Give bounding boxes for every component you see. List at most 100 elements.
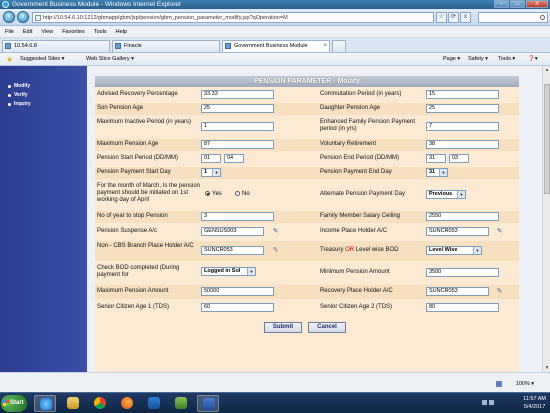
- address-input[interactable]: http://10.54.6.10:1212/gbmapp/gbm/jsp/pe…: [32, 12, 434, 23]
- voluntary-retirement-input[interactable]: 38: [426, 140, 499, 149]
- menu-tools[interactable]: Tools: [94, 26, 107, 37]
- scroll-up-icon[interactable]: ▲: [543, 66, 550, 74]
- pension-start-day-input[interactable]: 01: [201, 154, 221, 163]
- page-icon: [115, 43, 121, 49]
- daughter-pension-age-input[interactable]: 25: [426, 104, 499, 113]
- taskbar-firefox[interactable]: [116, 395, 138, 412]
- stop-icon[interactable]: x: [460, 12, 471, 23]
- taskbar-explorer[interactable]: [62, 395, 84, 412]
- close-button[interactable]: X: [526, 0, 548, 8]
- start-button[interactable]: Start: [1, 395, 27, 412]
- back-button[interactable]: ‹: [3, 11, 15, 23]
- refresh-icon[interactable]: ⟳: [448, 12, 459, 23]
- search-icon[interactable]: [540, 15, 545, 20]
- recovery-place-holder-input[interactable]: SUNCR053: [426, 287, 489, 296]
- menu-help[interactable]: Help: [116, 26, 127, 37]
- max-pension-age-input[interactable]: 87: [201, 140, 274, 149]
- commutation-period-input[interactable]: 15: [426, 90, 499, 99]
- taskbar-ie[interactable]: [34, 395, 56, 412]
- pension-end-day-input[interactable]: 31: [426, 154, 446, 163]
- payment-end-day-value: 31: [429, 169, 436, 175]
- page-menu[interactable]: Page ▾: [443, 53, 460, 66]
- sidebar-item-verify[interactable]: Verify: [8, 91, 31, 100]
- lookup-icon[interactable]: ✎: [495, 227, 504, 236]
- payment-end-day-select[interactable]: 31 ▼: [426, 168, 448, 177]
- radio-no[interactable]: No: [235, 190, 250, 198]
- lookup-icon[interactable]: ✎: [271, 227, 280, 236]
- non-cbs-branch-input[interactable]: SUNCR053: [201, 246, 264, 255]
- suggested-sites-link[interactable]: Suggested Sites ▾: [20, 53, 64, 66]
- search-input[interactable]: [478, 12, 548, 23]
- sidebar-item-inquiry[interactable]: Inquiry: [8, 100, 31, 109]
- pension-start-month-input[interactable]: 04: [224, 154, 244, 163]
- clock[interactable]: 11:57 AM 5/4/2017: [523, 395, 546, 411]
- favorites-star-icon[interactable]: ★: [6, 54, 13, 65]
- march-payment-question-label: For the month of March, Is the pension p…: [97, 183, 201, 203]
- enhanced-family-pension-input[interactable]: 7: [426, 122, 499, 131]
- tab-10-54-6-8[interactable]: 10.54.6.8: [2, 40, 110, 52]
- tab-close-icon[interactable]: ×: [323, 41, 327, 52]
- tab-government-business-module[interactable]: Government Business Module ×: [222, 40, 330, 52]
- chevron-down-icon[interactable]: ▼: [473, 247, 481, 254]
- taskbar-outlook[interactable]: [143, 395, 165, 412]
- pension-end-month-input[interactable]: 03: [449, 154, 469, 163]
- volume-icon[interactable]: [489, 400, 494, 405]
- submit-button[interactable]: Submit: [264, 322, 302, 333]
- advised-recovery-input[interactable]: 33.33: [201, 90, 274, 99]
- scroll-thumb[interactable]: [544, 84, 550, 194]
- senior-citizen-age2-input[interactable]: 80: [426, 303, 499, 312]
- taskbar-app[interactable]: [170, 395, 192, 412]
- menu-edit[interactable]: Edit: [23, 26, 32, 37]
- taskbar-chrome[interactable]: [89, 395, 111, 412]
- web-slice-gallery-link[interactable]: Web Slice Gallery ▾: [86, 53, 134, 66]
- chevron-down-icon[interactable]: ▼: [247, 268, 255, 275]
- menu-favorites[interactable]: Favorites: [62, 26, 85, 37]
- tab-label: 10.54.6.8: [14, 43, 37, 49]
- safety-menu[interactable]: Safety ▾: [468, 53, 488, 66]
- help-menu[interactable]: ❓▾: [528, 53, 538, 66]
- alternate-payment-day-select[interactable]: Previous ▼: [426, 190, 466, 199]
- max-pension-amount-input[interactable]: 50000: [201, 287, 274, 296]
- scroll-down-icon[interactable]: ▼: [543, 364, 550, 372]
- lookup-icon[interactable]: ✎: [495, 287, 504, 296]
- taskbar-word[interactable]: [197, 395, 219, 412]
- tab-strip: 10.54.6.8 Finacle Government Business Mo…: [0, 38, 550, 53]
- sidebar-item-modify[interactable]: Modify: [8, 82, 31, 91]
- zoom-level[interactable]: 100% ▾: [516, 381, 534, 387]
- chevron-down-icon[interactable]: ▼: [212, 169, 220, 176]
- maximize-button[interactable]: □: [510, 0, 525, 8]
- favorite-icon[interactable]: ☆: [436, 12, 447, 23]
- chrome-icon: [94, 397, 106, 409]
- family-salary-ceiling-input[interactable]: 2550: [426, 212, 499, 221]
- senior-citizen-age1-input[interactable]: 60: [201, 303, 274, 312]
- treasury-level-select[interactable]: Level Wise ▼: [426, 246, 482, 255]
- cancel-button[interactable]: Cancel: [308, 322, 346, 333]
- payment-start-day-select[interactable]: 1 ▼: [201, 168, 221, 177]
- minimize-button[interactable]: –: [494, 0, 509, 8]
- min-pension-amount-input[interactable]: 3500: [426, 268, 499, 277]
- tools-menu[interactable]: Tools ▾: [498, 53, 515, 66]
- forward-button[interactable]: ›: [17, 11, 29, 23]
- tab-finacle[interactable]: Finacle: [112, 40, 220, 52]
- pension-suspense-input[interactable]: GENSUS003: [201, 227, 264, 236]
- page-icon: [225, 43, 231, 49]
- menu-file[interactable]: File: [5, 26, 14, 37]
- son-pension-age-input[interactable]: 25: [201, 104, 274, 113]
- chevron-down-icon[interactable]: ▼: [439, 169, 447, 176]
- years-to-stop-input[interactable]: 3: [201, 212, 274, 221]
- check-bod-select[interactable]: Logged in Sol ▼: [201, 267, 256, 276]
- income-place-holder-input[interactable]: SUNCR053: [426, 227, 489, 236]
- radio-yes-circle[interactable]: [205, 190, 210, 196]
- radio-yes[interactable]: Yes: [205, 190, 222, 198]
- form-row: Maximum Pension Age 87 Voluntary Retirem…: [95, 139, 519, 151]
- vertical-scrollbar[interactable]: ▲ ▼: [542, 66, 550, 372]
- radio-no-circle[interactable]: [235, 190, 240, 196]
- network-icon[interactable]: [482, 400, 487, 405]
- chevron-down-icon[interactable]: ▼: [457, 191, 465, 198]
- form-row: Non - CBS Branch Place Holder A/C SUNCR0…: [95, 241, 519, 261]
- status-bar: 100% ▾: [0, 372, 550, 392]
- new-tab-button[interactable]: [332, 40, 346, 52]
- lookup-icon[interactable]: ✎: [271, 246, 280, 255]
- menu-view[interactable]: View: [41, 26, 53, 37]
- max-inactive-period-input[interactable]: 1: [201, 122, 274, 131]
